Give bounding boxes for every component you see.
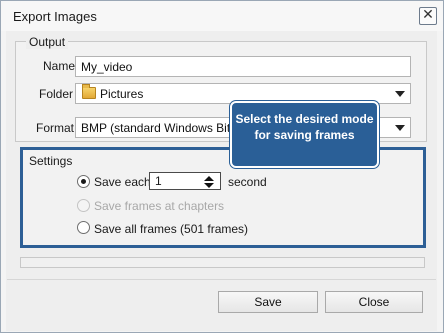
save-all-label: Save all frames (501 frames) xyxy=(94,222,249,236)
close-icon[interactable]: ✕ xyxy=(419,7,437,25)
arrow-down-icon[interactable] xyxy=(204,183,214,188)
help-tooltip: Select the desired mode for saving frame… xyxy=(230,101,379,168)
dialog-title: Export Images xyxy=(13,9,97,24)
interval-stepper[interactable]: 1 xyxy=(149,172,221,190)
format-label: Format xyxy=(36,121,75,135)
title-bar[interactable]: Export Images ✕ xyxy=(1,1,443,31)
interval-value: 1 xyxy=(155,174,162,188)
name-input[interactable] xyxy=(75,56,411,77)
chevron-down-icon[interactable] xyxy=(395,125,405,131)
settings-group-label: Settings xyxy=(26,154,76,168)
folder-label: Folder xyxy=(39,87,74,101)
footer-divider xyxy=(7,279,436,280)
interval-unit-label: second xyxy=(228,175,267,189)
save-button[interactable]: Save xyxy=(218,291,318,313)
save-chapters-label: Save frames at chapters xyxy=(94,199,225,213)
folder-value: Pictures xyxy=(100,87,144,101)
chevron-down-icon[interactable] xyxy=(395,91,405,97)
save-each-label: Save each xyxy=(94,175,151,189)
radio-save-chapters xyxy=(77,199,90,212)
name-label: Name xyxy=(43,59,76,73)
close-button[interactable]: Close xyxy=(325,291,423,313)
folder-icon xyxy=(82,84,96,99)
arrow-up-icon[interactable] xyxy=(204,176,214,181)
export-progress-bar xyxy=(20,257,425,268)
output-group-label: Output xyxy=(26,35,69,49)
radio-save-each[interactable] xyxy=(77,175,90,188)
radio-save-all[interactable] xyxy=(77,221,90,234)
